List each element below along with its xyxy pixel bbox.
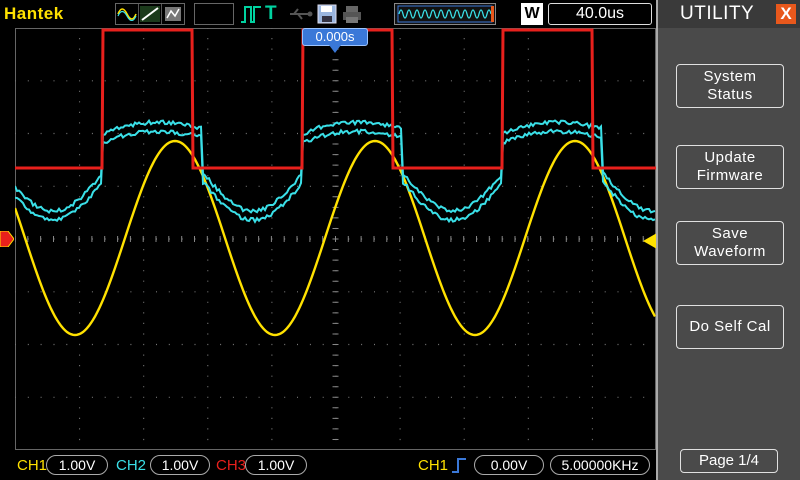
printer-icon[interactable]	[341, 3, 363, 25]
ch1-label[interactable]: CH1	[17, 457, 47, 474]
brand-logo: Hantek	[4, 4, 64, 24]
utility-menu: UTILITY X System Status Update Firmware …	[656, 0, 800, 480]
status-bar: Hantek T W 40.0us	[0, 0, 656, 28]
ch2-label[interactable]: CH2	[116, 457, 146, 474]
ch3-scale[interactable]: 1.00V	[245, 455, 307, 475]
time-base-readout[interactable]: 40.0us	[548, 3, 652, 25]
save-disk-icon[interactable]	[316, 3, 338, 25]
acquire-mode-badge: W	[521, 3, 543, 25]
trigger-icon: T	[265, 3, 285, 25]
trigger-source-label[interactable]: CH1	[418, 457, 448, 474]
waveform-display[interactable]	[15, 28, 656, 450]
frequency-readout: 5.00000KHz	[550, 455, 650, 475]
trigger-edge-icon	[240, 3, 262, 25]
center-axis-ticks	[15, 28, 643, 440]
update-firmware-button[interactable]: Update Firmware	[676, 145, 784, 189]
ramp-wave-icon[interactable]	[139, 4, 162, 24]
grid-dots	[15, 28, 644, 440]
trigger-level-readout[interactable]: 0.00V	[474, 455, 544, 475]
rising-edge-icon	[450, 456, 468, 474]
trigger-position-readout[interactable]: 0.000s	[302, 28, 368, 46]
system-status-button[interactable]: System Status	[676, 64, 784, 108]
waveform-type-icons[interactable]	[115, 3, 185, 25]
ch2-scale[interactable]: 1.00V	[150, 455, 210, 475]
page-button[interactable]: Page 1/4	[680, 449, 778, 473]
run-status-box	[194, 3, 234, 25]
ch3-label[interactable]: CH3	[216, 457, 246, 474]
self-cal-button[interactable]: Do Self Cal	[676, 305, 784, 349]
memory-depth-indicator	[394, 3, 496, 25]
ch1-scale[interactable]: 1.00V	[46, 455, 108, 475]
graticule	[15, 28, 656, 450]
usb-icon	[288, 3, 314, 25]
ch1-ground-marker[interactable]	[0, 231, 14, 247]
envelope-wave-icon[interactable]	[162, 4, 184, 24]
trigger-level-marker[interactable]	[643, 233, 657, 249]
close-icon[interactable]: X	[776, 4, 796, 24]
channel-status-bar: CH1 1.00V CH2 1.00V CH3 1.00V CH1 0.00V …	[0, 450, 656, 480]
save-waveform-button[interactable]: Save Waveform	[676, 221, 784, 265]
sine-wave-icon[interactable]	[116, 4, 139, 24]
trigger-position-marker[interactable]	[329, 45, 341, 53]
